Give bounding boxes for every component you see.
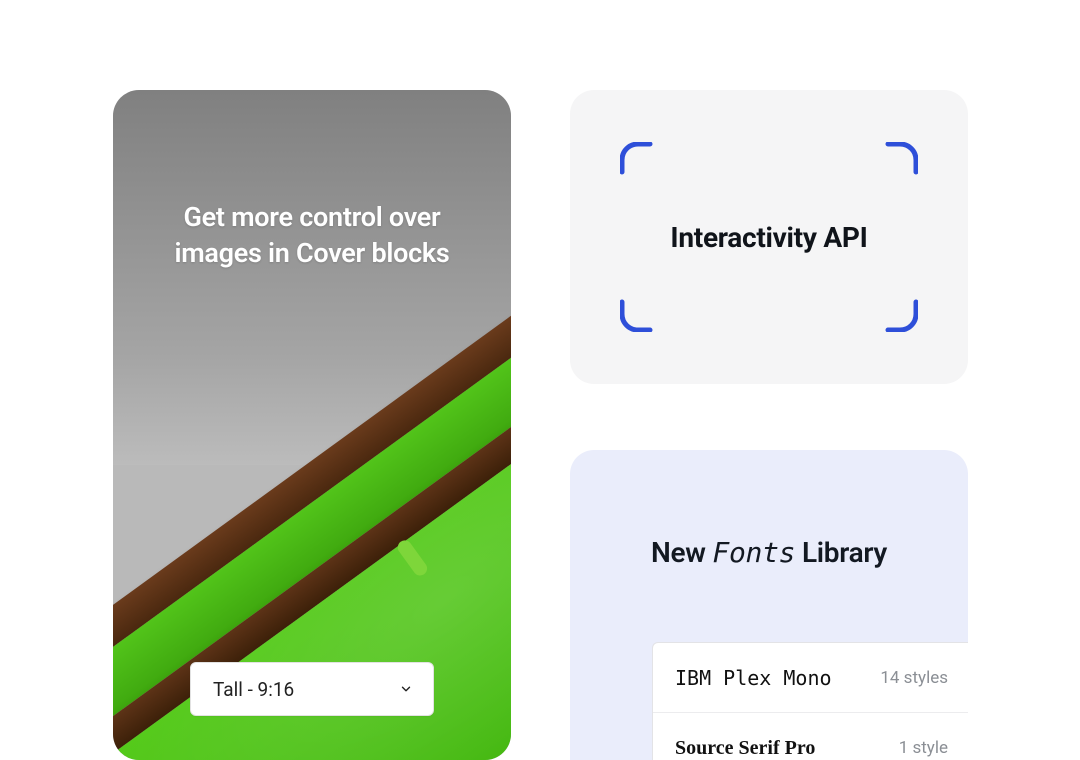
- font-name: Source Serif Pro: [675, 737, 815, 760]
- font-styles-count: 1 style: [899, 738, 948, 758]
- cover-block-card: Get more control over images in Cover bl…: [113, 90, 511, 760]
- focus-corner-icon: [620, 142, 666, 188]
- fonts-library-card: New Fonts Library IBM Plex Mono 14 style…: [570, 450, 968, 760]
- cover-block-heading: Get more control over images in Cover bl…: [113, 200, 511, 271]
- cover-block-illustration: [113, 90, 511, 760]
- font-row[interactable]: IBM Plex Mono 14 styles: [653, 643, 968, 713]
- fonts-list: IBM Plex Mono 14 styles Source Serif Pro…: [652, 642, 968, 760]
- fonts-library-heading: New Fonts Library: [570, 536, 968, 569]
- chevron-down-icon: [399, 682, 413, 696]
- focus-corner-icon: [872, 142, 918, 188]
- fonts-heading-prefix: New: [651, 536, 712, 569]
- focus-corner-icon: [620, 286, 666, 332]
- font-row[interactable]: Source Serif Pro 1 style: [653, 713, 968, 760]
- interactivity-api-title: Interactivity API: [670, 221, 867, 254]
- fonts-heading-suffix: Library: [795, 536, 887, 569]
- focus-corner-icon: [872, 286, 918, 332]
- font-styles-count: 14 styles: [880, 668, 948, 688]
- fonts-heading-italic: Fonts: [712, 536, 795, 569]
- aspect-ratio-selected-label: Tall - 9:16: [213, 678, 294, 701]
- aspect-ratio-select[interactable]: Tall - 9:16: [190, 662, 434, 716]
- font-name: IBM Plex Mono: [675, 666, 832, 690]
- interactivity-api-card: Interactivity API: [570, 90, 968, 384]
